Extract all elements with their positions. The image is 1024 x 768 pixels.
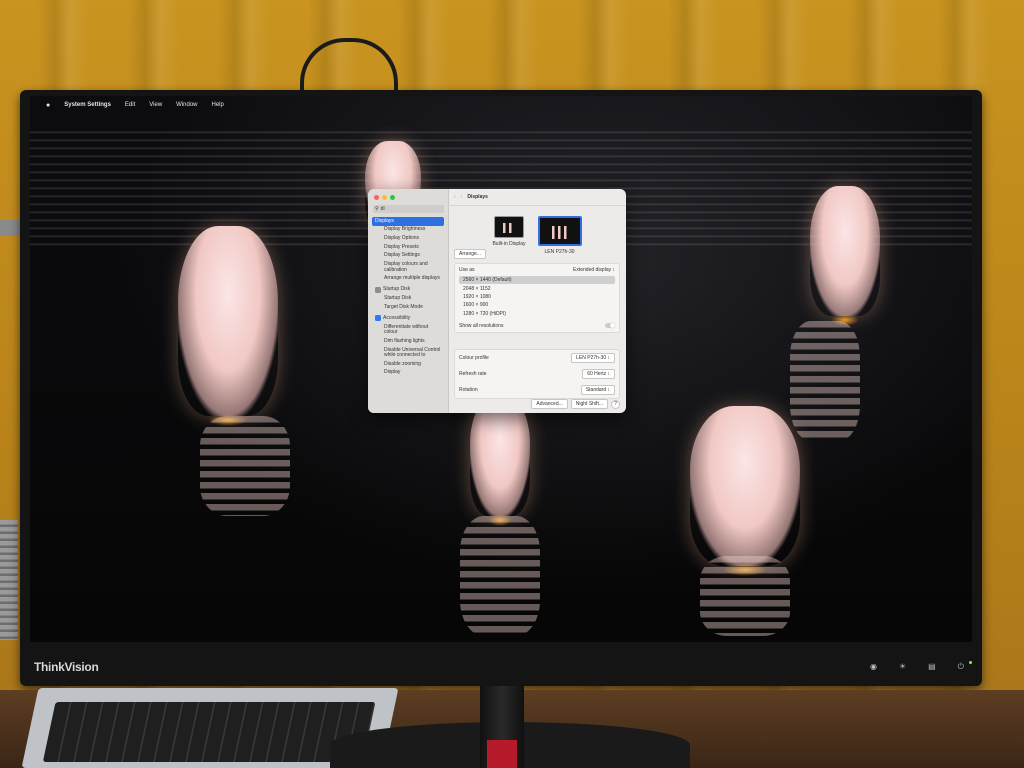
resolution-group: Use as Extended display ↕ 2560 × 1440 (D… [454, 263, 620, 333]
power-led [969, 661, 972, 664]
resolution-option[interactable]: 2048 × 1152 [459, 284, 615, 292]
display-built-in[interactable]: Built-in Display [492, 216, 526, 255]
sidebar-item-display-options[interactable]: Display Options [372, 234, 444, 243]
glowing-figure [810, 186, 880, 326]
sidebar-item-dim-flashing[interactable]: Dim flashing lights [372, 337, 444, 346]
macos-menubar: ● System Settings Edit View Window Help [30, 96, 972, 114]
figure-reflection [200, 416, 290, 516]
resolution-list: 2560 × 1440 (Default) 2048 × 1152 1920 ×… [455, 276, 619, 320]
sidebar-list: Displays Display Brightness Display Opti… [372, 217, 444, 378]
zoom-button[interactable] [390, 195, 395, 200]
glowing-figure [470, 396, 530, 526]
bottom-bar: Advanced... Night Shift... ? [531, 399, 620, 409]
help-button[interactable]: ? [611, 399, 620, 409]
figure-reflection [790, 321, 860, 441]
laptop-keyboard [42, 702, 376, 762]
glowing-figure [690, 406, 800, 576]
resolution-option[interactable]: 1600 × 900 [459, 301, 615, 309]
search-icon: ⚲ [375, 206, 379, 212]
figure-reflection [460, 516, 540, 636]
menu-icon[interactable]: ▤ [928, 662, 936, 672]
sidebar-item-accessibility[interactable]: Accessibility [372, 314, 444, 323]
chevron-updown-icon: ↕ [612, 267, 616, 273]
settings-window[interactable]: ⚲ di Displays Display Brightness Display… [368, 189, 626, 413]
search-value: di [380, 206, 385, 212]
sidebar-item-startup-disk-sub[interactable]: Startup Disk [372, 295, 444, 304]
sidebar-item-displays[interactable]: Displays [372, 217, 444, 226]
show-all-row: Show all resolutions [455, 320, 619, 332]
menubar-item-window[interactable]: Window [176, 102, 197, 108]
rotation-row[interactable]: Rotation Standard ↕ [455, 382, 619, 398]
arrange-button[interactable]: Arrange... [454, 249, 486, 259]
sidebar-item-display-colours[interactable]: Display colours and calibration [372, 260, 444, 274]
sidebar-item-target-disk-mode[interactable]: Target Disk Mode [372, 303, 444, 312]
sidebar-item-display[interactable]: Display [372, 369, 444, 378]
monitor: ● System Settings Edit View Window Help … [20, 90, 982, 686]
desk-spring-arm [0, 520, 18, 640]
use-as-label: Use as [459, 267, 475, 273]
refresh-rate-label: Refresh rate [459, 371, 487, 377]
colour-profile-label: Colour profile [459, 355, 489, 361]
display-thumbnail [493, 216, 524, 238]
close-button[interactable] [374, 195, 379, 200]
brand-logo: ThinkVision [34, 660, 99, 674]
display-name: Built-in Display [492, 241, 526, 247]
resolution-option[interactable]: 1920 × 1080 [459, 293, 615, 301]
menubar-app-name[interactable]: System Settings [64, 102, 111, 108]
refresh-rate-row[interactable]: Refresh rate 60 Hertz ↕ [455, 366, 619, 382]
stand-red-accent [487, 740, 517, 768]
display-external[interactable]: LEN P27h-30 [537, 216, 582, 255]
input-icon[interactable]: ◉ [870, 662, 877, 672]
rotation-label: Rotation [459, 387, 478, 393]
page-title: Displays [467, 194, 488, 200]
accessibility-icon [375, 315, 381, 322]
back-chevron-icon[interactable]: ‹ [454, 194, 456, 200]
menubar-item-edit[interactable]: Edit [125, 102, 135, 108]
colour-profile-group: Colour profile LEN P27h-30 ↕ Refresh rat… [454, 349, 620, 399]
use-as-select[interactable]: Extended display ↕ [573, 267, 615, 273]
brightness-icon[interactable]: ☀ [899, 662, 906, 672]
sidebar-item-display-brightness[interactable]: Display Brightness [372, 226, 444, 235]
figure-reflection [700, 556, 790, 636]
sidebar-item-display-settings[interactable]: Display Settings [372, 252, 444, 261]
menubar-item-view[interactable]: View [149, 102, 162, 108]
sidebar-item-differentiate-colour[interactable]: Differentiate without colour [372, 323, 444, 337]
menubar-item-help[interactable]: Help [212, 102, 224, 108]
search-input[interactable]: ⚲ di [373, 205, 444, 213]
use-as-row[interactable]: Use as Extended display ↕ [455, 264, 619, 276]
display-name: LEN P27h-30 [544, 249, 575, 255]
minimize-button[interactable] [382, 195, 387, 200]
resolution-option[interactable]: 2560 × 1440 (Default) [459, 276, 615, 285]
sidebar-item-universal-control[interactable]: Disable Universal Control while connecte… [372, 346, 444, 360]
content-toolbar: ‹ › Displays [448, 189, 626, 206]
sidebar-item-arrange-displays[interactable]: Arrange multiple displays [372, 275, 444, 284]
sidebar-item-startup-disk[interactable]: Startup Disk [372, 285, 444, 294]
sidebar-item-disable-zooming[interactable]: Disable zooming [372, 360, 444, 369]
resolution-option[interactable]: 1280 × 720 (HiDPI) [459, 310, 615, 318]
forward-chevron-icon[interactable]: › [461, 194, 463, 200]
window-controls [374, 195, 395, 200]
power-icon[interactable]: ⏻ [958, 662, 964, 672]
disk-icon [375, 286, 381, 293]
rotation-select[interactable]: Standard ↕ [580, 385, 615, 395]
sidebar-item-display-presets[interactable]: Display Presets [372, 243, 444, 252]
glowing-figure [178, 226, 278, 426]
apple-logo-icon[interactable]: ● [46, 102, 50, 109]
show-all-toggle[interactable] [605, 323, 615, 329]
advanced-button[interactable]: Advanced... [531, 399, 568, 409]
settings-content: ‹ › Displays Built-in Display LEN P27h-3… [448, 189, 626, 413]
colour-profile-select[interactable]: LEN P27h-30 ↕ [571, 353, 615, 363]
colour-profile-row[interactable]: Colour profile LEN P27h-30 ↕ [455, 350, 619, 366]
show-all-label: Show all resolutions [459, 322, 504, 329]
monitor-controls: ◉ ☀ ▤ ⏻ [870, 662, 964, 672]
settings-sidebar: ⚲ di Displays Display Brightness Display… [368, 189, 449, 413]
night-shift-button[interactable]: Night Shift... [570, 399, 608, 409]
refresh-rate-select[interactable]: 60 Hertz ↕ [582, 369, 615, 379]
display-thumbnail-selected [537, 216, 582, 246]
